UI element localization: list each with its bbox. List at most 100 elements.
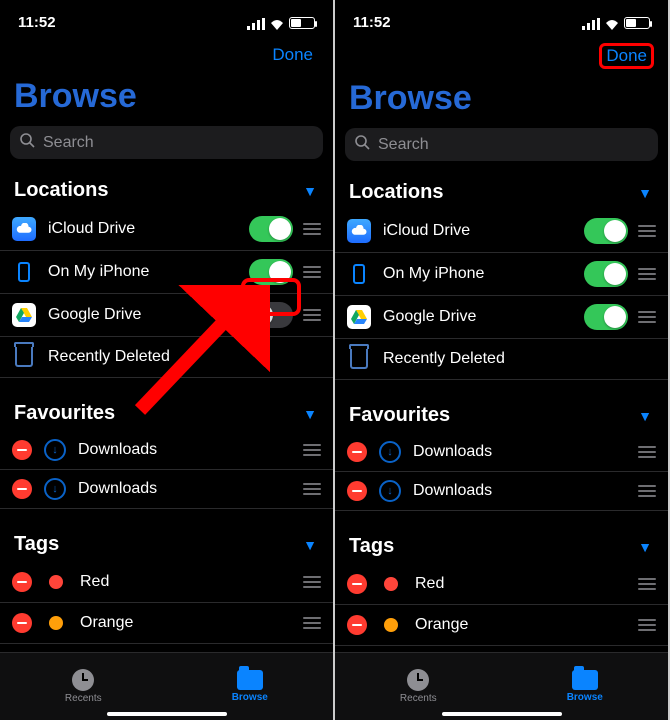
tab-bar: Recents Browse [0,652,333,720]
iphone-icon [347,262,371,286]
delete-minus-icon[interactable] [347,574,367,594]
folder-icon [237,670,263,690]
row-label: Orange [415,616,626,634]
downloads-icon: ↓ [379,480,401,502]
delete-minus-icon[interactable] [12,572,32,592]
reorder-handle-icon[interactable] [638,619,656,631]
delete-minus-icon[interactable] [347,615,367,635]
section-header-locations[interactable]: Locations ▼ [335,177,668,210]
toggle-icloud[interactable] [584,218,628,244]
battery-icon [624,17,650,29]
search-icon [355,135,370,154]
iphone-icon [12,260,36,284]
toggle-icloud[interactable] [249,216,293,242]
google-drive-icon [12,303,36,327]
content-list[interactable]: Locations ▼ iCloud Drive On My iPhone Go… [335,177,668,720]
clock-icon [407,669,429,691]
reorder-handle-icon[interactable] [638,225,656,237]
section-title: Favourites [14,402,115,425]
row-label: Downloads [78,441,291,459]
row-label: Google Drive [48,306,237,324]
location-row-recentlydeleted[interactable]: Recently Deleted [335,339,668,380]
section-header-tags[interactable]: Tags ▼ [0,529,333,562]
nav-bar: Done [0,39,333,77]
reorder-handle-icon[interactable] [638,485,656,497]
reorder-handle-icon[interactable] [638,578,656,590]
toggle-onmyiphone[interactable] [584,261,628,287]
page-title: Browse [0,77,333,126]
reorder-handle-icon[interactable] [303,266,321,278]
tag-dot-orange [49,616,63,630]
chevron-down-icon: ▼ [303,406,317,422]
toggle-onmyiphone[interactable] [249,259,293,285]
tab-recents[interactable]: Recents [335,653,502,720]
reorder-handle-icon[interactable] [303,483,321,495]
status-bar: 11:52 [335,0,668,39]
downloads-icon: ↓ [44,478,66,500]
reorder-handle-icon[interactable] [303,617,321,629]
tab-label: Browse [567,692,603,703]
tag-dot-orange [384,618,398,632]
reorder-handle-icon[interactable] [303,223,321,235]
section-title: Tags [14,533,59,556]
tab-bar: Recents Browse [335,652,668,720]
home-indicator[interactable] [107,712,227,716]
reorder-handle-icon[interactable] [303,309,321,321]
location-row-googledrive: Google Drive [0,294,333,337]
chevron-down-icon: ▼ [638,185,652,201]
icloud-icon [12,217,36,241]
reorder-handle-icon[interactable] [638,268,656,280]
location-row-recentlydeleted[interactable]: Recently Deleted [0,337,333,378]
status-bar: 11:52 [0,0,333,39]
home-indicator[interactable] [442,712,562,716]
favourite-row-downloads-1: ↓ Downloads [335,433,668,472]
tag-row-orange: Orange [335,605,668,646]
row-label: On My iPhone [48,263,237,281]
row-label: Downloads [78,480,291,498]
icloud-icon [347,219,371,243]
favourite-row-downloads-2: ↓ Downloads [0,470,333,509]
google-drive-icon [347,305,371,329]
clock-icon [72,669,94,691]
favourite-row-downloads-2: ↓ Downloads [335,472,668,511]
delete-minus-icon[interactable] [347,442,367,462]
downloads-icon: ↓ [44,439,66,461]
section-header-tags[interactable]: Tags ▼ [335,531,668,564]
tag-dot-red [384,577,398,591]
tab-browse[interactable]: Browse [167,653,334,720]
row-label: Downloads [413,443,626,461]
tab-browse[interactable]: Browse [502,653,669,720]
delete-minus-icon[interactable] [12,479,32,499]
cellular-icon [582,17,600,29]
row-label: Downloads [413,482,626,500]
section-title: Tags [349,535,394,558]
section-header-favourites[interactable]: Favourites ▼ [335,400,668,433]
trash-icon [12,345,36,369]
reorder-handle-icon[interactable] [638,446,656,458]
toggle-googledrive[interactable] [249,302,293,328]
phone-left: 11:52 Done Browse Search Locations ▼ iCl… [0,0,335,720]
downloads-icon: ↓ [379,441,401,463]
reorder-handle-icon[interactable] [303,444,321,456]
search-placeholder: Search [43,134,313,152]
delete-minus-icon[interactable] [12,613,32,633]
delete-minus-icon[interactable] [12,440,32,460]
done-button[interactable]: Done [266,43,319,67]
location-row-googledrive: Google Drive [335,296,668,339]
status-icons [247,17,315,29]
location-row-onmyiphone: On My iPhone [0,251,333,294]
location-row-icloud: iCloud Drive [0,208,333,251]
section-header-locations[interactable]: Locations ▼ [0,175,333,208]
done-button[interactable]: Done [599,43,654,69]
content-list[interactable]: Locations ▼ iCloud Drive On My iPhone [0,175,333,720]
delete-minus-icon[interactable] [347,481,367,501]
toggle-googledrive[interactable] [584,304,628,330]
page-title: Browse [335,79,668,128]
tab-label: Recents [65,693,102,704]
search-field[interactable]: Search [345,128,658,161]
tab-recents[interactable]: Recents [0,653,167,720]
reorder-handle-icon[interactable] [303,576,321,588]
search-field[interactable]: Search [10,126,323,159]
reorder-handle-icon[interactable] [638,311,656,323]
section-header-favourites[interactable]: Favourites ▼ [0,398,333,431]
